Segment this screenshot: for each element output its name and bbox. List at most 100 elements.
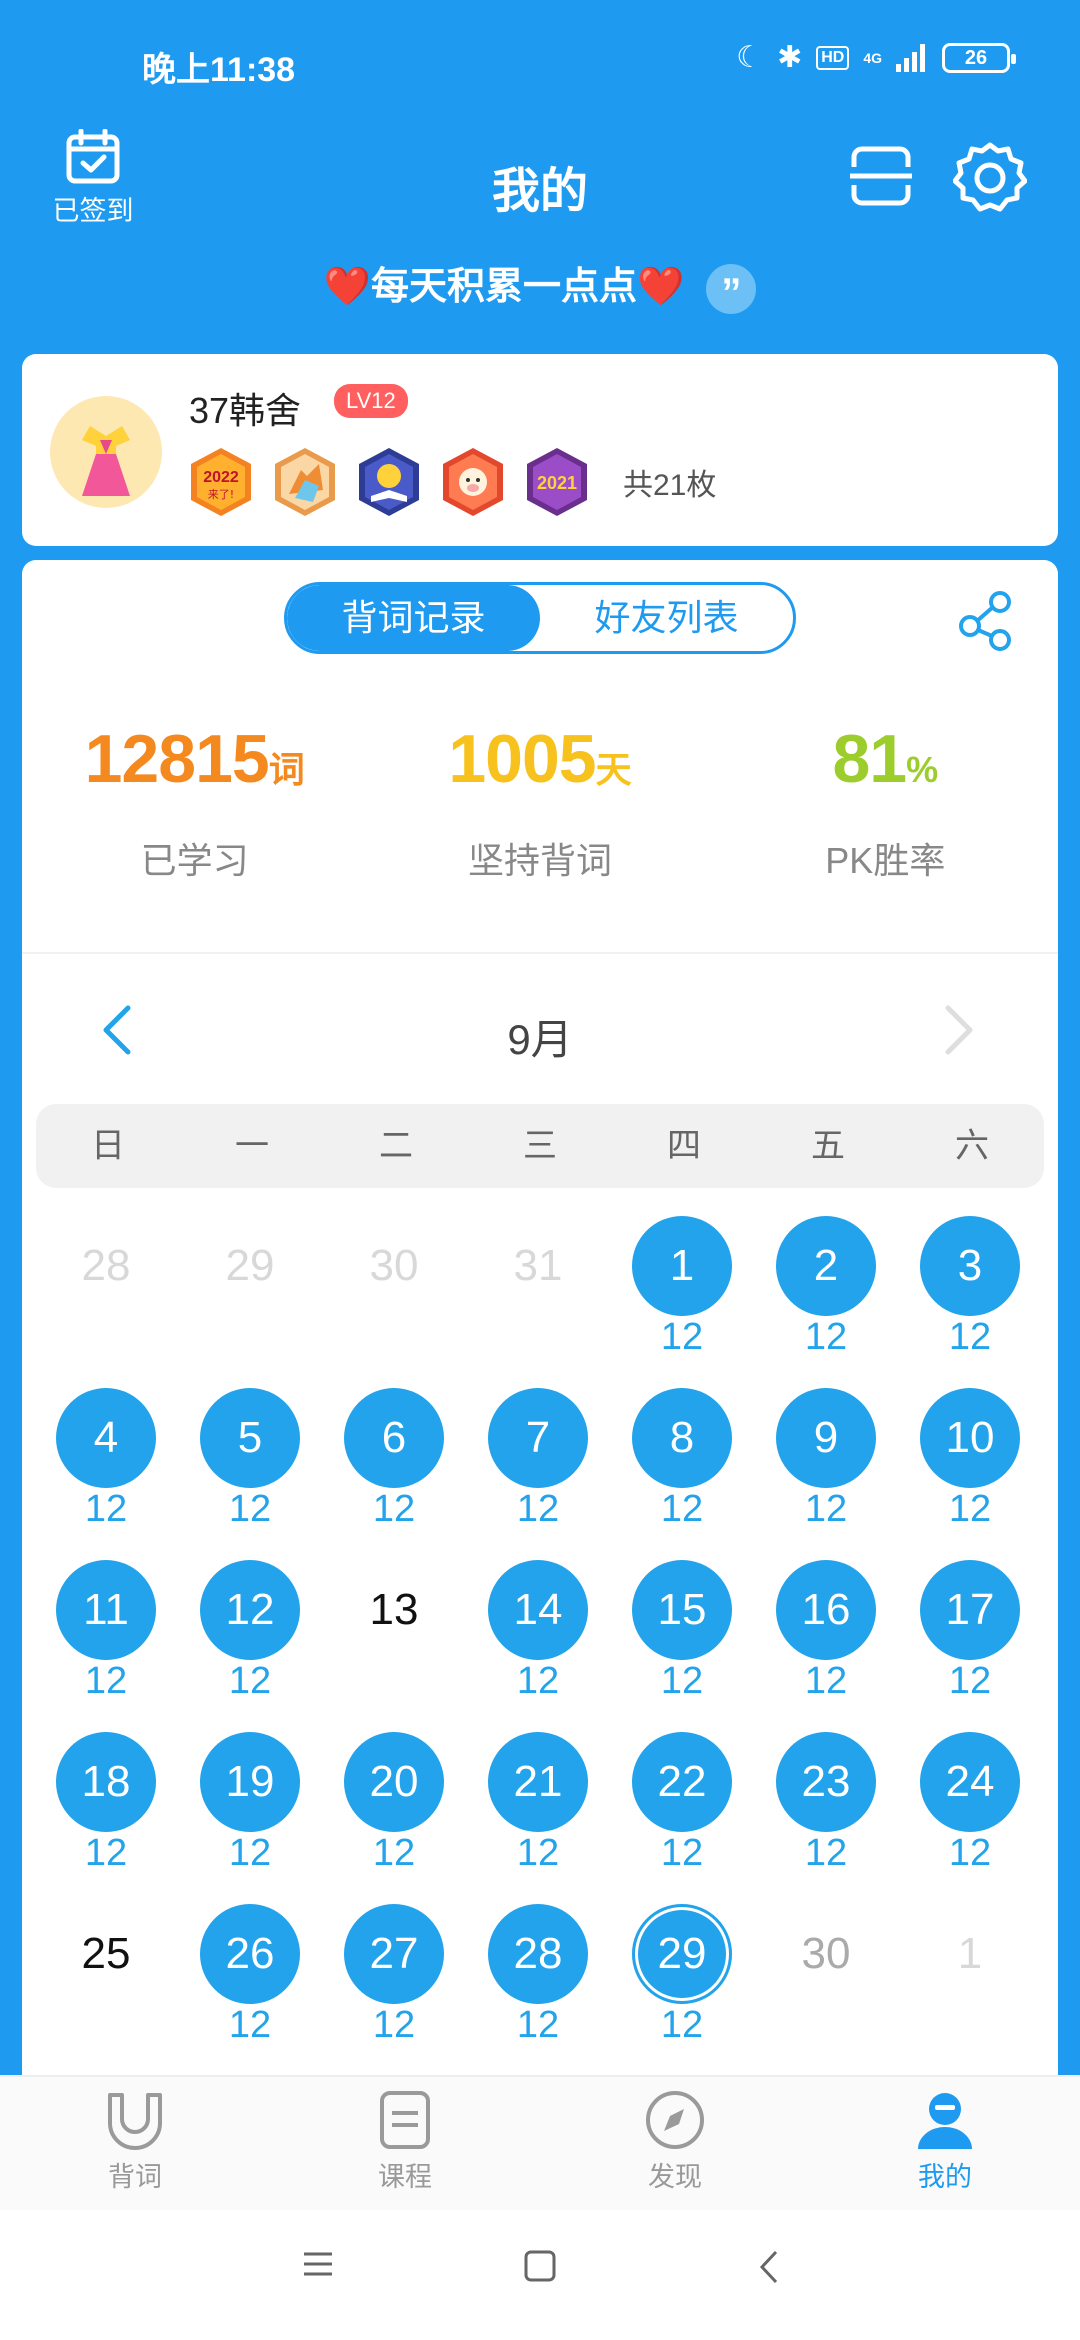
calendar-day-number: 31 — [513, 1241, 563, 1290]
quote-icon[interactable]: ” — [706, 263, 757, 315]
calendar-day-cell[interactable]: 28 12 — [466, 1898, 610, 2070]
calendar-day-number: 23 — [776, 1732, 876, 1832]
calendar-day-number: 28 — [488, 1904, 588, 2004]
calendar-day-word-count: 12 — [660, 1660, 704, 1702]
calendar-day-cell[interactable]: 19 12 — [178, 1726, 322, 1898]
motto: ❤️每天积累一点点❤️ ” — [0, 255, 1080, 315]
calendar-day-cell[interactable]: 30 — [754, 1898, 898, 2070]
calendar-day-number: 22 — [632, 1732, 732, 1832]
scan-icon[interactable] — [850, 145, 912, 207]
back-icon[interactable] — [758, 2250, 780, 2289]
record-card: 背词记录 好友列表 12815词 已学习 1005天 坚持背词 81% PK胜率… — [22, 560, 1058, 2080]
calendar-grid: 28 29 30 31 1 12 2 12 3 12 4 12 5 12 6 12 7 12 8 12 9 12 10 12 1… — [34, 1210, 1042, 2070]
calendar-day-number: 18 — [56, 1732, 156, 1832]
course-icon — [380, 2091, 430, 2149]
level-badge: LV12 — [334, 384, 408, 418]
calendar-day-cell[interactable]: 21 12 — [466, 1726, 610, 1898]
weekday-thu: 四 — [667, 1127, 701, 1165]
calendar-day-cell[interactable]: 23 12 — [754, 1726, 898, 1898]
calendar-day-number: 15 — [632, 1560, 732, 1660]
calendar-day-cell[interactable]: 14 12 — [466, 1554, 610, 1726]
calendar-day-word-count: 12 — [516, 2004, 560, 2046]
stat-learned-label: 已学习 — [140, 840, 249, 881]
calendar-day-cell[interactable]: 30 — [322, 1210, 466, 1382]
badge-hands-icon — [275, 448, 335, 516]
tab-word-record[interactable]: 背词记录 — [287, 585, 540, 651]
calendar-day-cell[interactable]: 17 12 — [898, 1554, 1042, 1726]
calendar-day-number: 30 — [369, 1241, 419, 1290]
calendar-day-cell[interactable]: 29 12 — [610, 1898, 754, 2070]
motto-text: ❤️每天积累一点点❤️ — [323, 266, 685, 308]
stat-learned-unit: 词 — [268, 749, 305, 790]
calendar-day-cell[interactable]: 13 — [322, 1554, 466, 1726]
calendar-day-number: 29 — [632, 1904, 732, 2004]
nav-tab-course[interactable]: 课程 — [270, 2077, 540, 2210]
calendar-day-number: 19 — [200, 1732, 300, 1832]
badge-list[interactable]: 2022 来了! 2021 共21枚 — [187, 446, 716, 518]
calendar-day-cell[interactable]: 6 12 — [322, 1382, 466, 1554]
calendar-day-word-count: 12 — [372, 1488, 416, 1530]
calendar-day-word-count: 12 — [660, 2004, 704, 2046]
moon-icon: ☾ — [736, 41, 764, 74]
calendar-day-word-count: 12 — [660, 1316, 704, 1358]
calendar-day-cell[interactable]: 22 12 — [610, 1726, 754, 1898]
calendar-day-number: 10 — [920, 1388, 1020, 1488]
calendar-day-cell[interactable]: 5 12 — [178, 1382, 322, 1554]
stat-pk-unit: % — [906, 749, 939, 790]
calendar-day-cell[interactable]: 24 12 — [898, 1726, 1042, 1898]
gear-icon[interactable] — [953, 141, 1027, 215]
calendar-day-cell[interactable]: 11 12 — [34, 1554, 178, 1726]
calendar-day-cell[interactable]: 26 12 — [178, 1898, 322, 2070]
header: 已签到 我的 ❤️每天积累一点点❤️” — [0, 125, 1080, 355]
weekday-fri: 五 — [811, 1127, 845, 1165]
hanbok-avatar-icon — [82, 426, 130, 496]
calendar-day-cell[interactable]: 4 12 — [34, 1382, 178, 1554]
calendar-day-cell[interactable]: 9 12 — [754, 1382, 898, 1554]
nav-tab-mine[interactable]: 我的 — [810, 2077, 1080, 2210]
calendar-day-cell[interactable]: 8 12 — [610, 1382, 754, 1554]
calendar-day-cell[interactable]: 25 — [34, 1898, 178, 2070]
calendar-day-cell[interactable]: 29 — [178, 1210, 322, 1382]
calendar-day-cell[interactable]: 10 12 — [898, 1382, 1042, 1554]
calendar-day-cell[interactable]: 1 12 — [610, 1210, 754, 1382]
share-icon[interactable] — [956, 590, 1018, 652]
avatar[interactable] — [50, 396, 162, 508]
stat-streak: 1005天 坚持背词 — [367, 720, 712, 884]
battery-icon: 26 — [942, 42, 1016, 73]
signal-icon — [896, 43, 925, 72]
nav-tab-discover[interactable]: 发现 — [540, 2077, 810, 2210]
chevron-right-icon[interactable] — [942, 1004, 976, 1056]
calendar-day-number: 17 — [920, 1560, 1020, 1660]
calendar-day-word-count: 12 — [516, 1660, 560, 1702]
calendar-day-cell[interactable]: 7 12 — [466, 1382, 610, 1554]
calendar-day-number: 1 — [632, 1216, 732, 1316]
nav-tab-words[interactable]: 背词 — [0, 2077, 270, 2210]
calendar-day-number: 27 — [344, 1904, 444, 2004]
calendar-day-cell[interactable]: 15 12 — [610, 1554, 754, 1726]
calendar-day-word-count: 12 — [948, 1660, 992, 1702]
menu-icon[interactable] — [302, 2250, 334, 2283]
home-icon[interactable] — [524, 2250, 556, 2287]
calendar-day-number: 20 — [344, 1732, 444, 1832]
calendar-day-number: 4 — [56, 1388, 156, 1488]
calendar-day-cell[interactable]: 16 12 — [754, 1554, 898, 1726]
profile-card[interactable]: 37韩舍 LV12 2022 来了! 2021 共21枚 — [22, 354, 1058, 546]
calendar-day-cell[interactable]: 20 12 — [322, 1726, 466, 1898]
calendar-day-number: 26 — [200, 1904, 300, 2004]
calendar-day-number: 28 — [81, 1241, 131, 1290]
calendar-day-cell[interactable]: 28 — [34, 1210, 178, 1382]
compass-icon — [646, 2091, 704, 2149]
divider — [22, 952, 1058, 954]
calendar-day-cell[interactable]: 18 12 — [34, 1726, 178, 1898]
calendar-day-cell[interactable]: 27 12 — [322, 1898, 466, 2070]
calendar-day-cell[interactable]: 31 — [466, 1210, 610, 1382]
calendar-day-cell[interactable]: 1 — [898, 1898, 1042, 2070]
calendar-day-word-count: 12 — [804, 1316, 848, 1358]
calendar-day-number: 7 — [488, 1388, 588, 1488]
calendar-day-word-count: 12 — [228, 1832, 272, 1874]
tab-friend-list[interactable]: 好友列表 — [540, 585, 793, 651]
calendar-day-cell[interactable]: 3 12 — [898, 1210, 1042, 1382]
calendar-day-cell[interactable]: 12 12 — [178, 1554, 322, 1726]
calendar-day-cell[interactable]: 2 12 — [754, 1210, 898, 1382]
calendar-day-word-count: 12 — [804, 1832, 848, 1874]
